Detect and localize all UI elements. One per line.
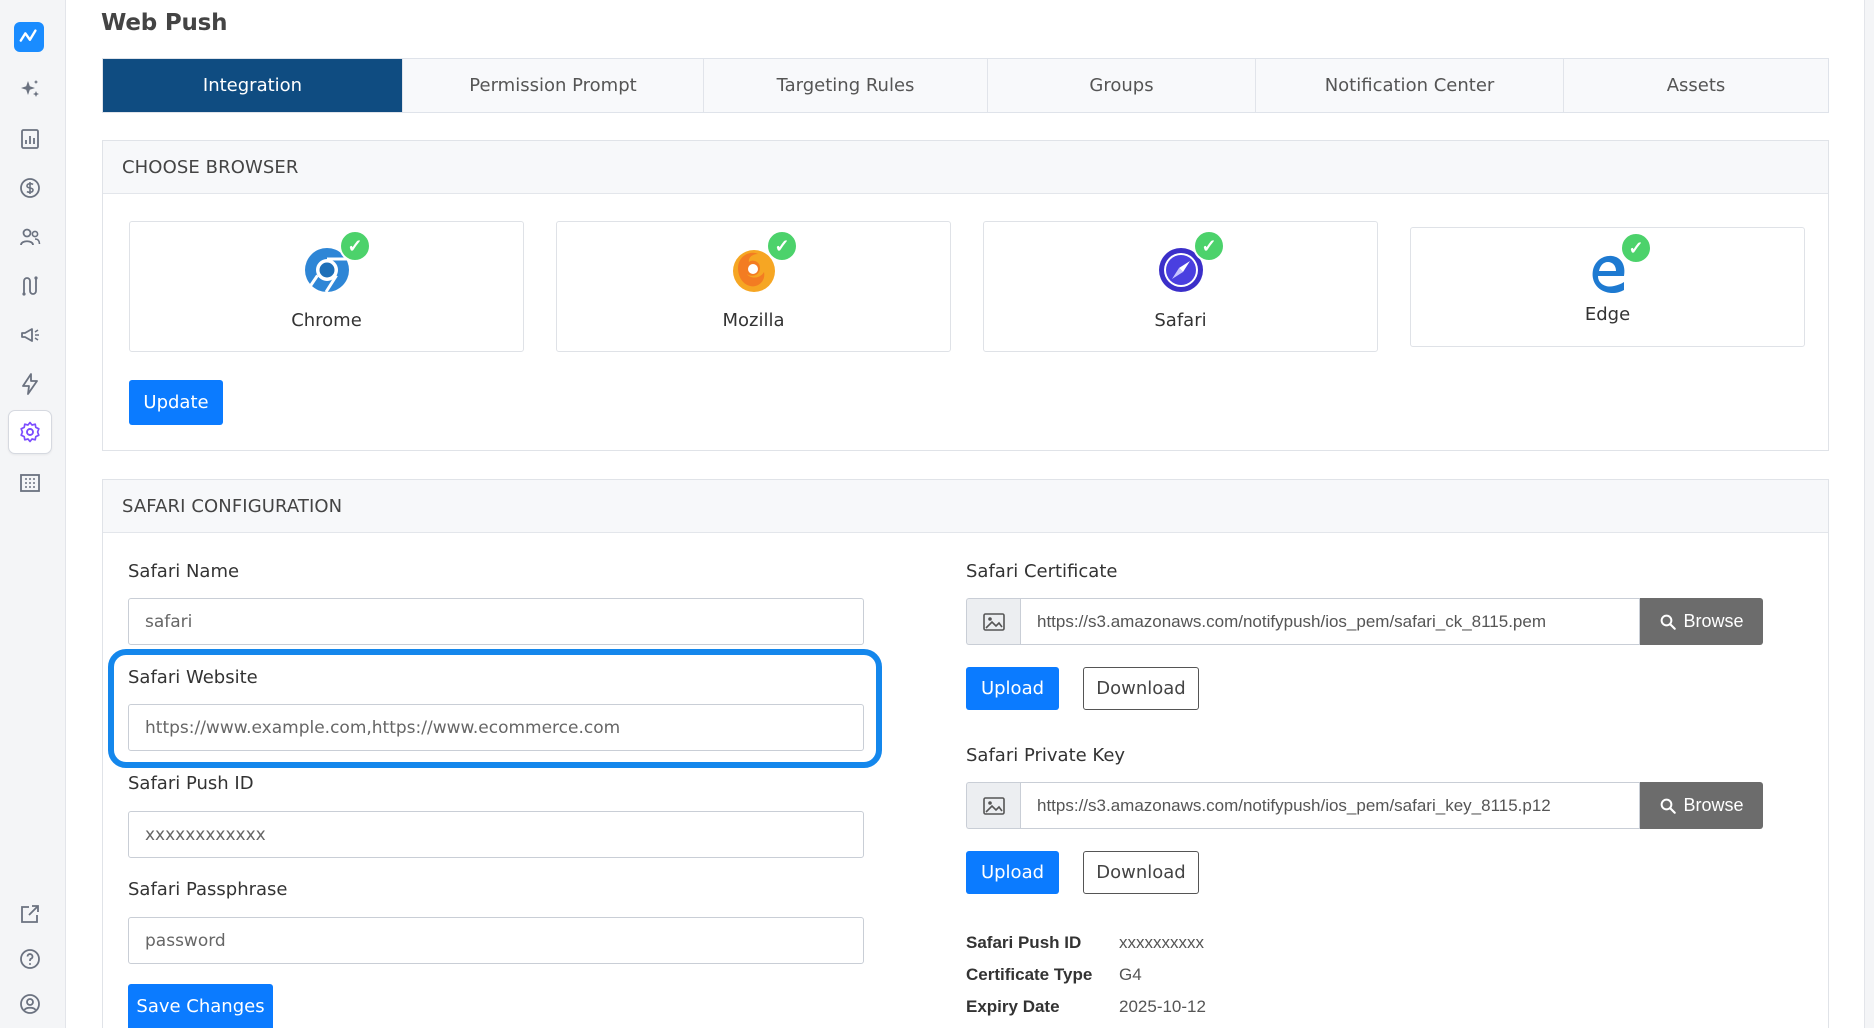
external-link-icon[interactable] [8,892,52,936]
browser-label-chrome: Chrome [291,310,362,331]
certificate-url-input[interactable] [1020,598,1640,645]
logo-icon[interactable] [14,22,44,52]
scrollbar-gutter[interactable] [1864,0,1874,1028]
info-value: xxxxxxxxxx [1119,933,1204,952]
megaphone-icon[interactable] [8,313,52,357]
tab-bar: Integration Permission Prompt Targeting … [102,58,1829,113]
private-key-file-group: Browse [966,782,1763,829]
dollar-icon[interactable] [8,166,52,210]
info-row: Safari Push ID xxxxxxxxxx [966,933,1204,953]
page-title: Web Push [101,10,228,36]
tab-integration[interactable]: Integration [103,59,403,112]
browser-card-edge[interactable]: ✓ Edge [1410,227,1805,347]
help-icon[interactable] [8,937,52,981]
report-chart-icon[interactable] [8,117,52,161]
building-icon[interactable] [8,460,52,504]
info-value: 2025-10-12 [1119,997,1206,1016]
sparkles-icon[interactable] [8,68,52,112]
browse-label: Browse [1683,611,1744,631]
private-key-download-button[interactable]: Download [1083,851,1199,894]
tab-permission-prompt[interactable]: Permission Prompt [403,59,704,112]
tab-assets[interactable]: Assets [1564,59,1828,112]
safari-certificate-label: Safari Certificate [966,561,1118,582]
browser-card-mozilla[interactable]: ✓ Mozilla [556,221,951,352]
choose-browser-panel: CHOOSE BROWSER ✓ Chrome ✓ Mozilla ✓ Safa… [102,140,1829,451]
gear-icon[interactable] [8,410,52,454]
info-key: Certificate Type [966,965,1093,984]
safari-passphrase-input[interactable] [128,917,864,964]
journey-icon[interactable] [8,264,52,308]
browser-card-chrome[interactable]: ✓ Chrome [129,221,524,352]
private-key-browse-button[interactable]: Browse [1640,782,1763,829]
search-icon [1661,614,1677,630]
safari-configuration-heading: SAFARI CONFIGURATION [103,480,1828,533]
certificate-file-group: Browse [966,598,1763,645]
safari-name-label: Safari Name [128,561,240,582]
browser-label-mozilla: Mozilla [722,310,785,331]
save-changes-button[interactable]: Save Changes [128,984,273,1028]
safari-check-icon: ✓ [1193,230,1225,262]
browser-label-edge: Edge [1584,304,1631,325]
certificate-browse-button[interactable]: Browse [1640,598,1763,645]
browse-label: Browse [1683,795,1744,815]
image-icon [966,598,1020,645]
lightning-icon[interactable] [8,362,52,406]
safari-private-key-label: Safari Private Key [966,745,1126,766]
safari-push-id-label: Safari Push ID [128,773,254,794]
certificate-download-button[interactable]: Download [1083,667,1199,710]
search-icon [1661,798,1677,814]
safari-push-id-input[interactable] [128,811,864,858]
info-key: Safari Push ID [966,933,1082,952]
users-icon[interactable] [8,215,52,259]
info-row: Expiry Date 2025-10-12 [966,997,1206,1017]
tab-notification-center[interactable]: Notification Center [1256,59,1564,112]
info-row: Certificate Type G4 [966,965,1142,985]
update-button[interactable]: Update [129,380,223,425]
account-icon[interactable] [8,982,52,1026]
edge-check-icon: ✓ [1620,232,1652,264]
chrome-check-icon: ✓ [339,230,371,262]
info-value: G4 [1119,965,1142,984]
safari-passphrase-label: Safari Passphrase [128,879,288,900]
private-key-url-input[interactable] [1020,782,1640,829]
safari-website-input[interactable] [128,704,864,751]
certificate-upload-button[interactable]: Upload [966,667,1059,710]
choose-browser-heading: CHOOSE BROWSER [103,141,1828,194]
browser-card-safari[interactable]: ✓ Safari [983,221,1378,352]
browser-label-safari: Safari [1154,310,1207,331]
private-key-upload-button[interactable]: Upload [966,851,1059,894]
info-key: Expiry Date [966,997,1060,1016]
safari-name-input[interactable] [128,598,864,645]
tab-groups[interactable]: Groups [988,59,1256,112]
sidebar [0,0,66,1028]
image-icon [966,782,1020,829]
tab-targeting-rules[interactable]: Targeting Rules [704,59,988,112]
mozilla-check-icon: ✓ [766,230,798,262]
safari-website-label: Safari Website [128,667,258,688]
